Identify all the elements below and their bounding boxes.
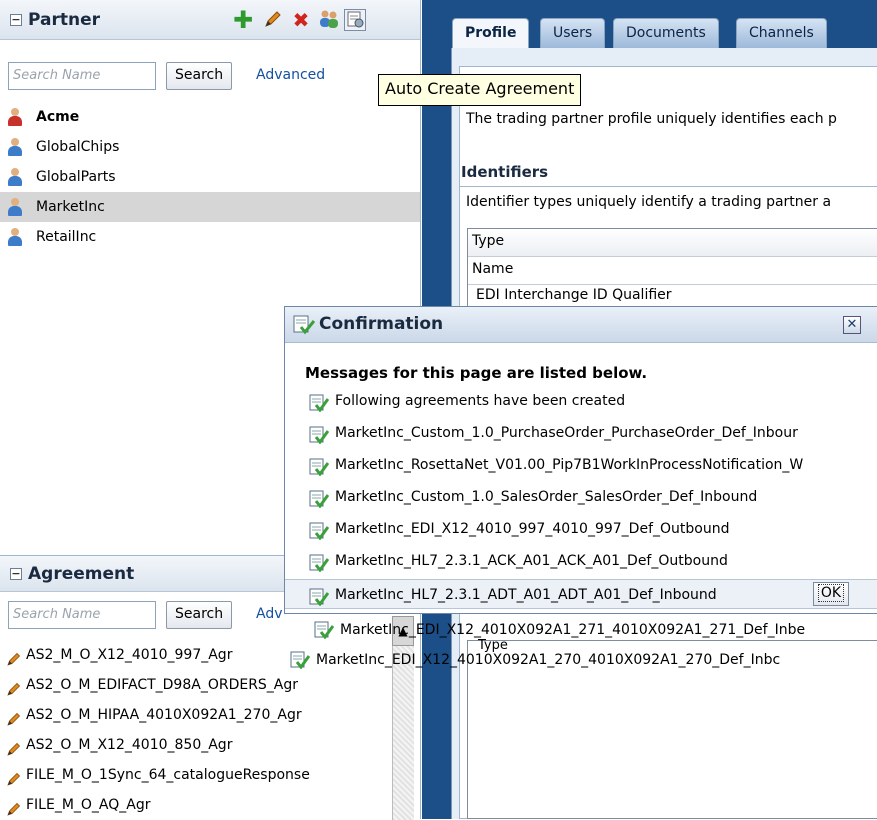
tab-users[interactable]: Users [540,18,606,48]
partner-item[interactable]: GlobalParts [0,162,420,192]
message-item-focused: MarketInc_HL7_2.3.1_ADT_A01_ADT_A01_Def_… [285,579,877,609]
tab-channels[interactable]: Channels [736,18,827,48]
message-item: MarketInc_EDI_X12_4010X092A1_271_4010X09… [310,616,877,644]
partner-item[interactable]: GlobalChips [0,132,420,162]
success-check-icon [309,587,330,607]
tab-documents[interactable]: Documents [613,18,719,48]
message-item: MarketInc_EDI_X12_4010_997_4010_997_Def_… [305,514,729,544]
pencil-icon [6,768,22,786]
agreement-name: FILE_M_O_AQ_Agr [26,797,151,813]
message-text: Following agreements have been created [335,393,626,409]
identifiers-title: Identifiers [461,163,549,181]
partner-name: Acme [36,109,80,125]
identifiers-description: Identifier types uniquely identify a tra… [466,194,832,210]
table-cell[interactable]: EDI Interchange ID Qualifier [476,287,672,303]
auto-create-agreement-icon[interactable] [344,9,366,31]
message-text: MarketInc_HL7_2.3.1_ACK_A01_ACK_A01_Def_… [335,553,728,569]
dialog-title-bar[interactable]: Confirmation ✕ [285,307,877,343]
person-icon [8,168,22,186]
success-check-icon [309,489,330,509]
agreement-item[interactable]: AS2_O_M_X12_4010_850_Agr [0,730,392,760]
ok-button[interactable]: OK [813,582,849,606]
panel-title-text: Agreement [28,564,135,584]
dialog-title: Confirmation [319,314,444,334]
plus-icon[interactable]: ✚ [232,8,254,32]
dialog-heading: Messages for this page are listed below. [305,364,648,382]
success-check-icon [309,553,330,573]
partner-name: GlobalParts [36,169,116,185]
message-text: MarketInc_Custom_1.0_SalesOrder_SalesOrd… [335,489,758,505]
column-header-name[interactable]: Name [468,257,877,285]
divider [459,186,877,187]
success-check-icon [309,521,330,541]
tab-profile[interactable]: Profile [452,18,530,48]
agreement-search-input[interactable]: Search Name [8,601,156,629]
success-check-icon [314,621,335,640]
success-check-icon [309,425,330,445]
success-check-icon [290,651,311,670]
message-item: MarketInc_HL7_2.3.1_ACK_A01_ACK_A01_Def_… [305,546,728,576]
collapse-icon[interactable]: − [10,568,22,580]
collapse-icon[interactable]: − [10,14,22,26]
partner-search-input[interactable]: Search Name [8,62,156,90]
partner-item[interactable]: RetailInc [0,222,420,252]
pencil-icon [6,738,22,756]
agreement-name: AS2_O_M_HIPAA_4010X092A1_270_Agr [26,707,302,723]
message-text: MarketInc_EDI_X12_4010_997_4010_997_Def_… [335,521,730,537]
partner-item[interactable]: Acme [0,102,420,132]
message-text: MarketInc_EDI_X12_4010X092A1_270_4010X09… [316,652,781,668]
success-check-icon [309,457,330,477]
message-text: MarketInc_EDI_X12_4010X092A1_271_4010X09… [340,622,806,638]
column-header-type[interactable]: Type [468,229,877,257]
person-icon [8,228,22,246]
partner-name: GlobalChips [36,139,120,155]
pencil-icon[interactable] [262,9,284,31]
confirmation-check-icon [293,315,316,335]
pencil-icon [6,708,22,726]
confirmation-dialog: Confirmation ✕ Messages for this page ar… [284,306,877,614]
partner-panel-title: − Partner [10,10,100,30]
partner-name: MarketInc [36,199,105,215]
agreement-panel-title: − Agreement [10,564,134,584]
message-text: MarketInc_Custom_1.0_PurchaseOrder_Purch… [335,425,798,441]
success-check-icon [309,393,330,413]
agreement-name: AS2_M_O_X12_4010_997_Agr [26,647,233,663]
agreement-name: AS2_O_M_X12_4010_850_Agr [26,737,233,753]
person-icon [8,138,22,156]
partner-item[interactable]: MarketInc [0,192,420,222]
auto-create-tooltip: Auto Create Agreement [378,74,582,106]
agreement-advanced-link[interactable]: Adv [256,606,283,622]
panel-title-text: Partner [28,10,101,30]
pencil-icon [6,648,22,666]
partner-advanced-link[interactable]: Advanced [256,67,325,83]
agreement-name: FILE_M_O_1Sync_64_catalogueResponse [26,767,310,783]
agreement-name: AS2_O_M_EDIFACT_D98A_ORDERS_Agr [26,677,299,693]
message-item: MarketInc_RosettaNet_V01.00_Pip7B1WorkIn… [305,450,803,480]
close-icon[interactable]: ✕ [843,316,861,334]
profile-description: The trading partner profile uniquely ide… [466,111,837,127]
partner-search-button[interactable]: Search [166,62,233,90]
message-text: MarketInc_HL7_2.3.1_ADT_A01_ADT_A01_Def_… [335,587,717,603]
agreement-item[interactable]: AS2_O_M_EDIFACT_D98A_ORDERS_Agr [0,670,392,700]
agreement-search-button[interactable]: Search [166,601,233,629]
agreement-item[interactable]: AS2_O_M_HIPAA_4010X092A1_270_Agr [0,700,392,730]
person-icon [8,108,22,126]
partner-panel-header: − Partner ✚ ✖ [0,0,420,40]
partner-name: RetailInc [36,229,97,245]
pencil-icon [6,678,22,696]
message-item: MarketInc_Custom_1.0_SalesOrder_SalesOrd… [305,482,757,512]
message-item: Following agreements have been created [305,386,625,416]
ok-button-label: OK [817,584,845,602]
message-item: MarketInc_EDI_X12_4010X092A1_270_4010X09… [286,646,877,674]
delete-x-icon[interactable]: ✖ [290,9,312,31]
agreement-item[interactable]: FILE_M_O_1Sync_64_catalogueResponse [0,760,392,790]
people-icon[interactable] [318,9,340,31]
person-icon [8,198,22,216]
agreement-item[interactable]: FILE_M_O_AQ_Agr [0,790,392,820]
pencil-icon [6,798,22,816]
message-text: MarketInc_RosettaNet_V01.00_Pip7B1WorkIn… [335,457,804,473]
message-item: MarketInc_Custom_1.0_PurchaseOrder_Purch… [305,418,798,448]
